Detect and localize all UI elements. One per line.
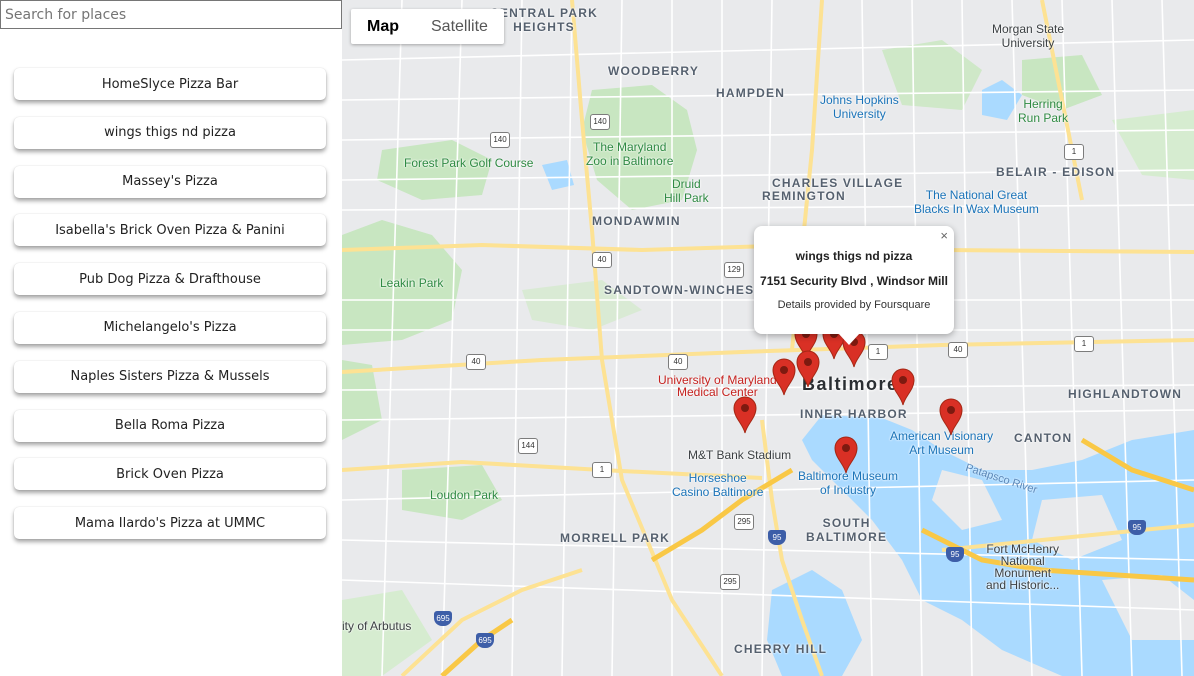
map-marker[interactable] (939, 398, 963, 436)
place-item[interactable]: Mama Ilardo's Pizza at UMMC (14, 507, 326, 540)
label-cherry-hill: CHERRY HILL (734, 642, 828, 656)
label-forest-park-golf: Forest Park Golf Course (404, 156, 534, 170)
map-marker[interactable] (733, 396, 757, 434)
label-belair-edison: BELAIR - EDISON (996, 165, 1116, 179)
place-item[interactable]: Pub Dog Pizza & Drafthouse (14, 263, 326, 296)
label-central-park-heights: CENTRAL PARK HEIGHTS (490, 6, 598, 34)
label-loudon-park: Loudon Park (430, 488, 499, 502)
label-herring-run: Herring Run Park (1018, 97, 1069, 125)
label-morrell-park: MORRELL PARK (560, 531, 670, 545)
label-south-baltimore: SOUTH BALTIMORE (806, 516, 888, 544)
label-leakin-park: Leakin Park (380, 276, 444, 290)
label-woodberry: WOODBERRY (608, 64, 700, 78)
route-shield: 40 (592, 252, 612, 268)
map[interactable]: CENTRAL PARK HEIGHTS WOODBERRY HAMPDEN J… (342, 0, 1194, 676)
interstate-shield: 95 (1128, 520, 1146, 535)
route-shield: 129 (724, 262, 744, 278)
interstate-shield: 95 (768, 530, 786, 545)
sidebar: HomeSlyce Pizza Bar wings thigs nd pizza… (0, 0, 342, 676)
label-mondawmin: MONDAWMIN (592, 214, 681, 228)
label-druid-hill: Druid Hill Park (664, 177, 709, 205)
route-shield: 295 (720, 574, 740, 590)
label-inner-harbor: INNER HARBOR (800, 407, 908, 421)
route-shield: 40 (466, 354, 486, 370)
interstate-shield: 695 (476, 633, 494, 648)
map-type-control: Map Satellite (351, 9, 504, 44)
map-marker[interactable] (796, 350, 820, 388)
map-type-satellite-button[interactable]: Satellite (415, 9, 504, 44)
label-canton: CANTON (1014, 431, 1073, 445)
route-shield: 1 (1064, 144, 1084, 160)
label-mt-bank: M&T Bank Stadium (688, 448, 792, 462)
place-item[interactable]: Isabella's Brick Oven Pizza & Panini (14, 214, 326, 247)
label-charles-village: CHARLES VILLAGE (772, 176, 904, 190)
info-window-address: 7151 Security Blvd , Windsor Mill (760, 274, 948, 288)
label-arbutus: ity of Arbutus (342, 619, 412, 633)
route-shield: 144 (518, 438, 538, 454)
route-shield: 1 (1074, 336, 1094, 352)
place-item[interactable]: Michelangelo's Pizza (14, 311, 326, 344)
map-type-map-button[interactable]: Map (351, 9, 415, 44)
place-item[interactable]: Naples Sisters Pizza & Mussels (14, 360, 326, 393)
label-hampden: HAMPDEN (716, 86, 786, 100)
label-morgan-state: Morgan State University (992, 22, 1065, 50)
interstate-shield: 695 (434, 611, 452, 626)
place-item[interactable]: Massey's Pizza (14, 165, 326, 198)
label-fort-mchenry: Fort McHenry National Monument and Histo… (986, 542, 1060, 592)
label-horseshoe: Horseshoe Casino Baltimore (672, 471, 764, 499)
map-marker[interactable] (834, 436, 858, 474)
route-shield: 40 (668, 354, 688, 370)
label-highlandtown: HIGHLANDTOWN (1068, 387, 1183, 401)
search-input[interactable] (0, 0, 342, 29)
map-marker[interactable] (891, 368, 915, 406)
place-item[interactable]: Brick Oven Pizza (14, 458, 326, 491)
place-item[interactable]: HomeSlyce Pizza Bar (14, 68, 326, 100)
route-shield: 140 (590, 114, 610, 130)
label-maryland-zoo: The Maryland Zoo in Baltimore (586, 140, 674, 168)
label-remington: REMINGTON (762, 189, 846, 203)
interstate-shield: 95 (946, 547, 964, 562)
map-marker[interactable] (772, 358, 796, 396)
info-window-title: wings thigs nd pizza (795, 249, 913, 263)
route-shield: 1 (592, 462, 612, 478)
places-list: HomeSlyce Pizza Bar wings thigs nd pizza… (14, 68, 326, 556)
route-shield: 1 (868, 344, 888, 360)
info-window-credit: Details provided by Foursquare (777, 299, 931, 311)
place-item[interactable]: Bella Roma Pizza (14, 409, 326, 442)
close-icon[interactable]: × (940, 228, 948, 243)
place-item[interactable]: wings thigs nd pizza (14, 116, 326, 149)
route-shield: 140 (490, 132, 510, 148)
route-shield: 40 (948, 342, 968, 358)
route-shield: 295 (734, 514, 754, 530)
info-window: × wings thigs nd pizza 7151 Security Blv… (754, 226, 954, 345)
label-umd-medical: University of Maryland Medical Center (658, 373, 777, 399)
label-wax-museum: The National Great Blacks In Wax Museum (914, 188, 1039, 216)
label-johns-hopkins: Johns Hopkins University (820, 93, 899, 121)
